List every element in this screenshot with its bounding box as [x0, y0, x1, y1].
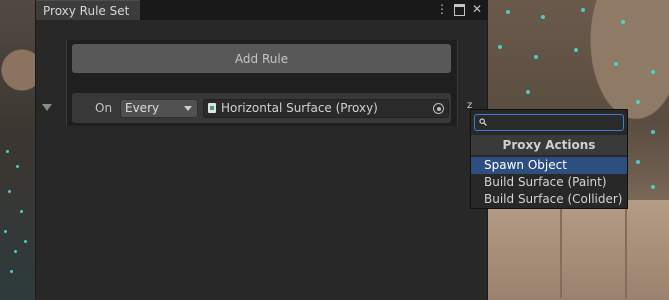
proxy-actions-popup: Proxy Actions Spawn Object Build Surface…	[470, 109, 628, 209]
rule-set-panel: Add Rule On Every Horizontal Surface (Pr…	[66, 40, 458, 126]
proxy-rule-set-window: Proxy Rule Set ⋮ ✕ Add Rule On Every Hor…	[35, 0, 488, 300]
target-object-value: Horizontal Surface (Proxy)	[221, 101, 378, 115]
add-rule-button[interactable]: Add Rule	[72, 44, 451, 73]
maximize-icon[interactable]	[454, 4, 465, 16]
menu-item-build-surface-collider[interactable]: Build Surface (Collider)	[471, 191, 627, 208]
rule-row: On Every Horizontal Surface (Proxy)	[72, 93, 451, 123]
object-picker-icon[interactable]	[433, 103, 444, 114]
popup-title: Proxy Actions	[471, 135, 627, 155]
sofa-seam	[625, 208, 627, 298]
frequency-value: Every	[125, 101, 160, 115]
search-field[interactable]	[474, 114, 624, 131]
target-object-field[interactable]: Horizontal Surface (Proxy)	[203, 99, 449, 118]
sofa-seam	[560, 208, 562, 298]
frequency-dropdown[interactable]: Every	[120, 99, 198, 118]
foldout-arrow-icon[interactable]	[42, 104, 52, 111]
tab-proxy-rule-set[interactable]: Proxy Rule Set	[36, 0, 140, 20]
menu-item-spawn-object[interactable]: Spawn Object	[471, 157, 627, 174]
close-icon[interactable]: ✕	[471, 2, 483, 16]
tab-bar: Proxy Rule Set ⋮ ✕	[36, 0, 487, 20]
chevron-down-icon	[184, 106, 192, 111]
search-input[interactable]	[490, 115, 620, 130]
more-vertical-icon[interactable]: ⋮	[436, 2, 448, 16]
search-icon	[479, 118, 487, 126]
menu-item-build-surface-paint[interactable]: Build Surface (Paint)	[471, 174, 627, 191]
prefab-icon	[208, 103, 216, 113]
on-label: On	[95, 101, 113, 115]
window-controls: ⋮ ✕	[436, 2, 483, 16]
scene-sofa	[488, 200, 669, 300]
scene-view-left	[0, 0, 36, 300]
